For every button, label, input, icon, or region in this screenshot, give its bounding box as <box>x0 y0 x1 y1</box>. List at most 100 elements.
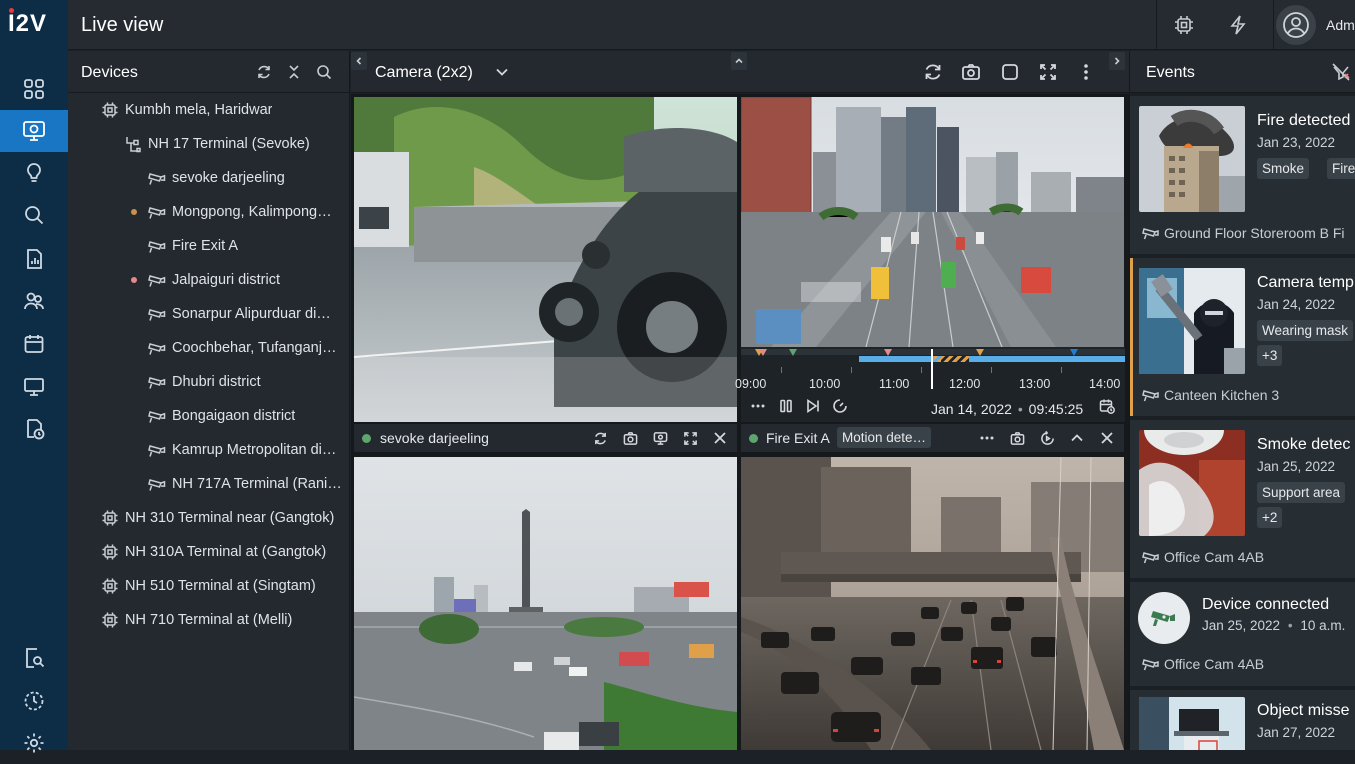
event-marker[interactable] <box>1070 349 1078 356</box>
snapshot-icon[interactable] <box>959 60 983 84</box>
video-tile-1[interactable] <box>354 97 737 422</box>
monitor-icon[interactable] <box>0 366 68 408</box>
video-tile-3[interactable] <box>354 457 737 750</box>
tree-item[interactable]: NH 310 Terminal near (Gangtok) <box>68 501 350 535</box>
stop-icon[interactable] <box>998 60 1022 84</box>
live-view-icon[interactable] <box>0 110 68 152</box>
search-icon[interactable] <box>0 194 68 236</box>
filter-off-icon[interactable] <box>1330 61 1352 83</box>
chevron-up-icon[interactable] <box>731 52 747 70</box>
tree-item-label: NH 510 Terminal at (Singtam) <box>125 578 316 594</box>
playback-timeline[interactable]: 09:00 10:00 11:00 12:00 13:00 14:00 Jan 14, 2… <box>735 347 1125 422</box>
collapse-icon[interactable] <box>284 62 304 82</box>
calendar-clock-icon[interactable] <box>1098 397 1116 415</box>
history-icon[interactable] <box>0 408 68 450</box>
more-horizontal-icon[interactable] <box>978 429 996 447</box>
tree-item[interactable]: NH 310A Terminal at (Gangtok) <box>68 535 350 569</box>
chevron-down-icon[interactable] <box>490 60 514 84</box>
status-dot <box>362 434 371 443</box>
settings-icon[interactable] <box>0 722 68 764</box>
tree-item-label: Dhubri district <box>172 374 261 390</box>
camera-view-icon[interactable] <box>651 429 669 447</box>
snapshot-icon[interactable] <box>1008 429 1026 447</box>
event-tag-more[interactable]: +3 <box>1257 345 1283 366</box>
fullscreen-icon[interactable] <box>681 429 699 447</box>
app-logo: I2V <box>8 10 48 37</box>
site-icon <box>101 543 119 561</box>
tree-item[interactable]: sevoke darjeeling <box>68 161 350 195</box>
layout-label[interactable]: Camera (2x2) <box>375 64 473 82</box>
tile-2-toolbar: Fire Exit A Motion dete… <box>741 424 1124 452</box>
tree-item[interactable]: NH 17 Terminal (Sevoke) <box>68 127 350 161</box>
event-marker[interactable] <box>976 349 984 356</box>
users-icon[interactable] <box>0 280 68 322</box>
camera-icon <box>148 305 166 323</box>
camera-feed-image <box>354 97 737 422</box>
refresh-icon[interactable] <box>254 62 274 82</box>
avatar[interactable] <box>1276 5 1316 45</box>
timeline-hour-label: 10:00 <box>809 377 841 391</box>
event-tag: Wearing mask <box>1257 320 1354 341</box>
timeline-hour-label: 14:00 <box>1089 377 1121 391</box>
chevron-up-icon[interactable] <box>1068 429 1086 447</box>
replay-icon[interactable] <box>1038 429 1056 447</box>
dashboard-icon[interactable] <box>0 68 68 110</box>
snapshot-icon[interactable] <box>621 429 639 447</box>
event-date: Jan 27, 2022 <box>1257 725 1336 740</box>
search-icon[interactable] <box>314 62 334 82</box>
event-card[interactable]: Fire detected Jan 23, 2022 Smoke Fire Gr… <box>1130 96 1355 254</box>
speed-icon[interactable] <box>831 397 849 415</box>
event-marker[interactable] <box>884 349 892 356</box>
tree-item[interactable]: Jalpaiguri district <box>68 263 350 297</box>
more-icon[interactable] <box>1074 60 1098 84</box>
event-card[interactable]: Smoke detec Jan 25, 2022 Support area +2… <box>1130 420 1355 578</box>
event-marker[interactable] <box>789 349 797 356</box>
bulb-icon[interactable] <box>0 152 68 194</box>
more-horizontal-icon[interactable] <box>749 397 767 415</box>
tree-item[interactable]: NH 710 Terminal at (Melli) <box>68 603 350 637</box>
event-date: Jan 23, 2022 <box>1257 135 1336 150</box>
tree-item[interactable]: Kumbh mela, Haridwar <box>68 93 350 127</box>
event-marker[interactable] <box>759 349 767 356</box>
date-separator: • <box>1017 401 1023 417</box>
chevron-right-icon[interactable] <box>1109 52 1125 70</box>
close-icon[interactable] <box>711 429 729 447</box>
tree-item[interactable]: Sonarpur Alipurduar di… <box>68 297 350 331</box>
flash-icon[interactable] <box>1218 0 1258 50</box>
tree-item[interactable]: Fire Exit A <box>68 229 350 263</box>
event-location-label: Office Cam 4AB <box>1164 656 1265 672</box>
fullscreen-icon[interactable] <box>1036 60 1060 84</box>
tree-item[interactable]: Coochbehar, Tufanganj… <box>68 331 350 365</box>
event-tag-more[interactable]: +2 <box>1257 507 1283 528</box>
clock-icon[interactable] <box>0 680 68 722</box>
chevron-left-icon[interactable] <box>351 52 367 70</box>
tile-1-toolbar: sevoke darjeeling <box>354 424 737 452</box>
refresh-icon[interactable] <box>591 429 609 447</box>
user-name[interactable]: Adm <box>1326 17 1355 33</box>
playhead[interactable] <box>931 349 933 389</box>
event-title: Fire detected <box>1257 112 1351 129</box>
close-icon[interactable] <box>1098 429 1116 447</box>
tree-item[interactable]: Dhubri district <box>68 365 350 399</box>
video-tile-4[interactable] <box>741 457 1124 750</box>
tree-item[interactable]: Kamrup Metropolitan di… <box>68 433 350 467</box>
tree-item[interactable]: NH 717A Terminal (Rani… <box>68 467 350 501</box>
chip-icon[interactable] <box>1164 0 1204 50</box>
report-icon[interactable] <box>0 238 68 280</box>
cctv-icon <box>1138 592 1190 644</box>
tree-item[interactable]: NH 510 Terminal at (Singtam) <box>68 569 350 603</box>
search-doc-icon[interactable] <box>0 637 68 679</box>
sync-icon[interactable] <box>921 60 945 84</box>
video-tile-2[interactable] <box>741 97 1124 347</box>
tree-item[interactable]: Bongaigaon district <box>68 399 350 433</box>
event-date: Jan 25, 2022 <box>1202 618 1281 633</box>
pause-icon[interactable] <box>777 397 795 415</box>
calendar-icon[interactable] <box>0 323 68 365</box>
event-card[interactable]: Device connected Jan 25, 2022 • 10 a.m. … <box>1130 582 1355 686</box>
event-chip[interactable]: Motion dete… <box>837 427 932 448</box>
tree-item-label: Bongaigaon district <box>172 408 296 424</box>
event-card[interactable]: Camera temp Jan 24, 2022 Wearing mask +3… <box>1130 258 1355 416</box>
step-forward-icon[interactable] <box>804 397 822 415</box>
event-card[interactable]: Object misse Jan 27, 2022 <box>1130 690 1355 750</box>
tree-item[interactable]: Mongpong, Kalimpong… <box>68 195 350 229</box>
